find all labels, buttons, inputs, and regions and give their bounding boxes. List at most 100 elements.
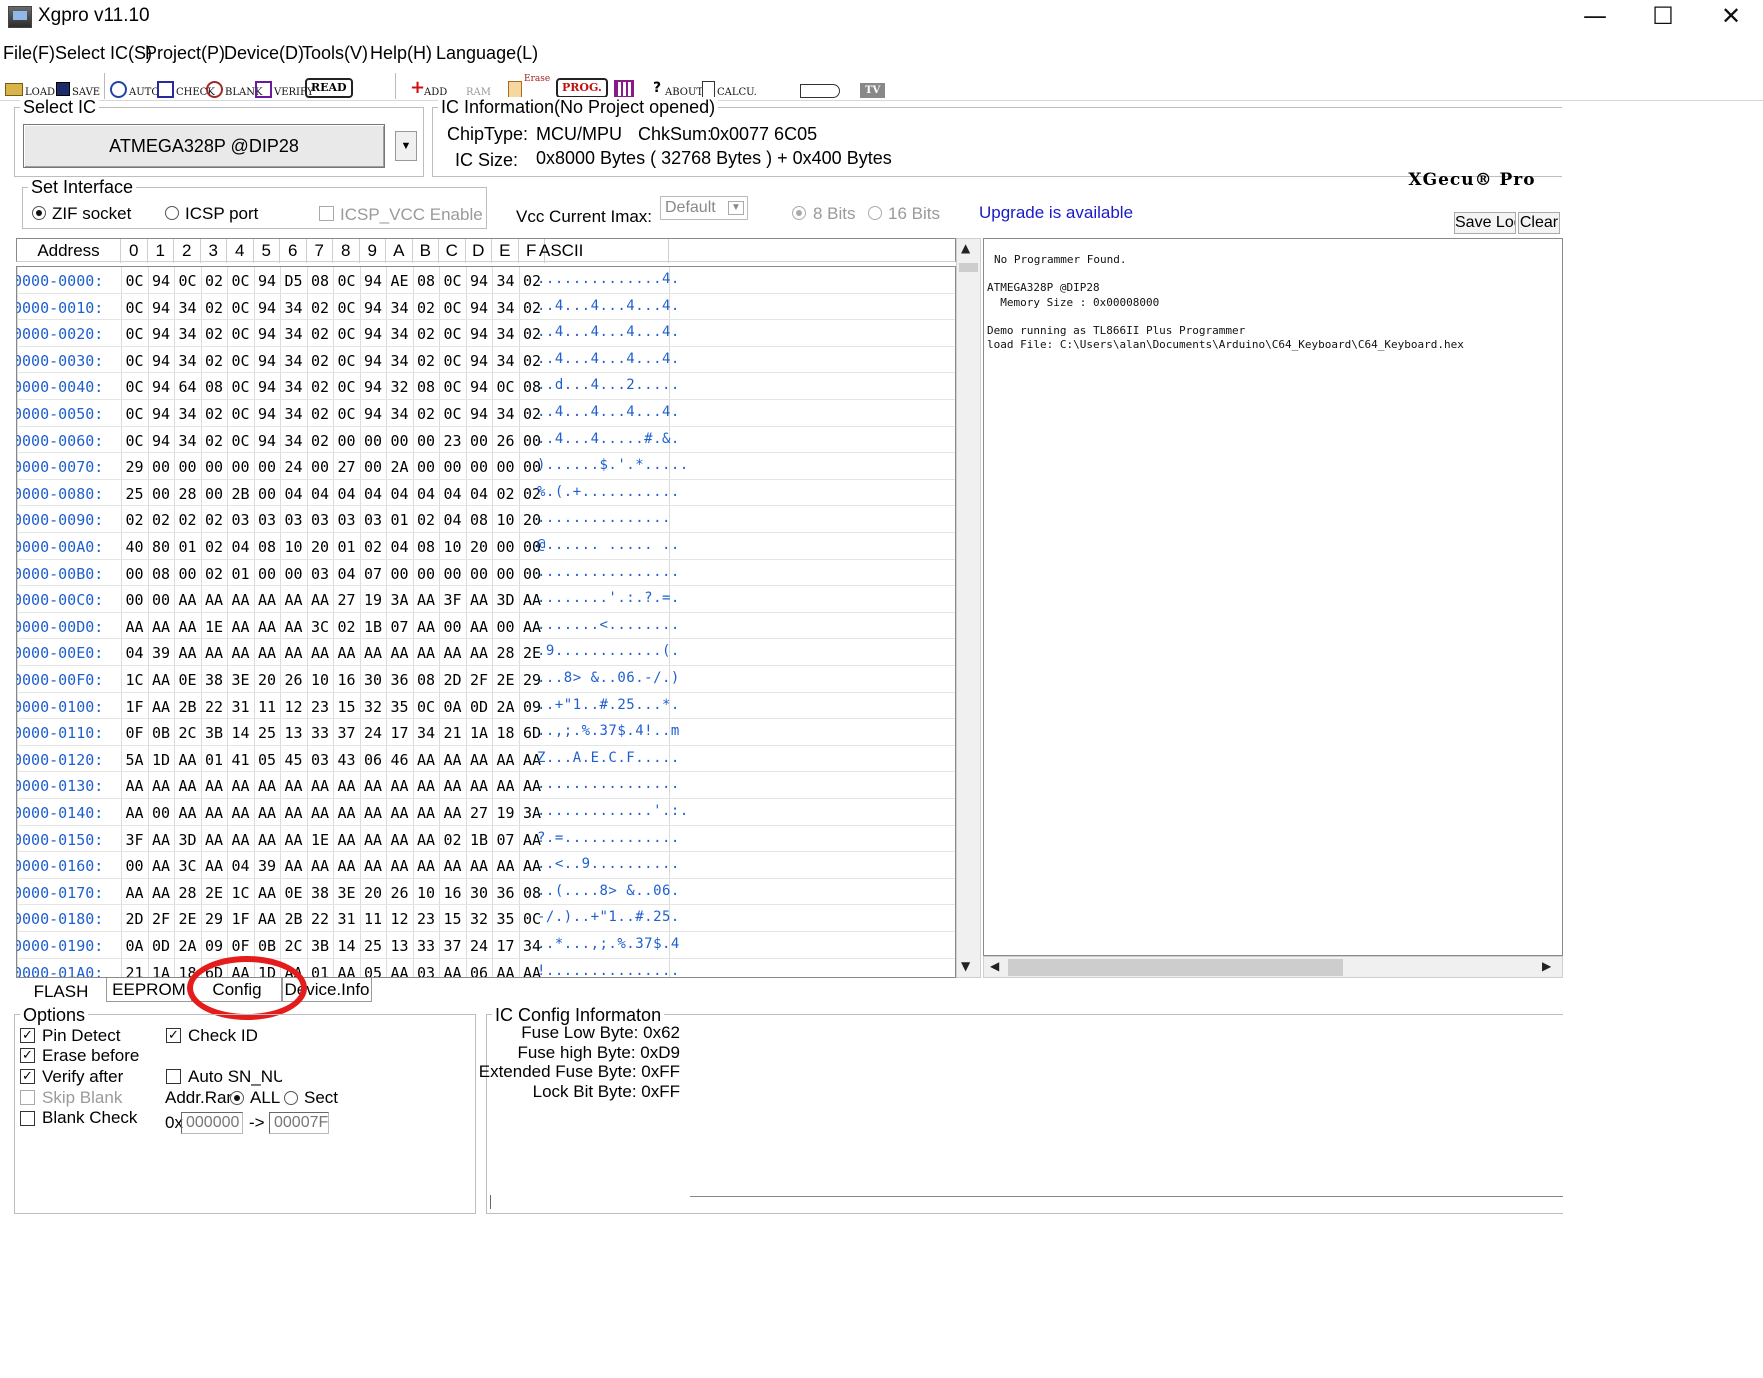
hex-byte[interactable]: 94 [466, 325, 493, 343]
hex-byte[interactable]: 01 [386, 511, 413, 529]
table-row[interactable]: 0000-00A0: 40 80 01 02 04 08 10 20 01 02 04 08 10 20 00… [17, 533, 955, 560]
hex-byte[interactable]: 02 [201, 405, 228, 423]
hex-byte[interactable]: AA [413, 831, 440, 849]
hex-byte[interactable]: 02 [307, 378, 334, 396]
load-button[interactable]: LOAD [5, 74, 55, 98]
hex-byte[interactable]: AA [201, 857, 228, 875]
scrollbar-thumb[interactable] [1008, 959, 1343, 976]
hex-byte[interactable]: 43 [333, 751, 360, 769]
hex-byte[interactable]: 25 [254, 724, 281, 742]
hex-byte[interactable]: AA [254, 831, 281, 849]
hex-byte[interactable]: 94 [148, 432, 175, 450]
hex-byte[interactable]: 02 [174, 511, 201, 529]
hex-byte[interactable]: 02 [413, 511, 440, 529]
hex-byte[interactable]: 1E [307, 831, 334, 849]
icsp-port-radio[interactable] [165, 206, 179, 220]
hex-byte[interactable]: 00 [148, 804, 175, 822]
hex-byte[interactable]: AA [254, 591, 281, 609]
hex-byte[interactable]: 0D [466, 698, 493, 716]
hex-byte[interactable]: 3F [121, 831, 148, 849]
hex-byte[interactable]: 00 [413, 432, 440, 450]
hex-byte[interactable]: 0C [439, 299, 466, 317]
hex-byte[interactable]: 94 [466, 352, 493, 370]
hex-byte[interactable]: 94 [148, 325, 175, 343]
table-row[interactable]: 0000-0020: 0C 94 34 02 0C 94 34 02 0C 94 34 02 0C 94 34… [17, 320, 955, 347]
hex-byte[interactable]: 25 [360, 937, 387, 955]
hex-byte[interactable]: 2D [439, 671, 466, 689]
hex-byte[interactable]: 0C [439, 325, 466, 343]
hex-byte[interactable]: AA [386, 857, 413, 875]
hex-byte[interactable]: 00 [201, 485, 228, 503]
hex-byte[interactable]: 02 [413, 299, 440, 317]
hex-byte[interactable]: 08 [413, 272, 440, 290]
hex-byte[interactable]: AA [227, 591, 254, 609]
menu-project[interactable]: Project(P) [145, 43, 225, 64]
hex-byte[interactable]: 0C [121, 432, 148, 450]
hex-byte[interactable]: 03 [280, 511, 307, 529]
hex-byte[interactable]: AA [227, 618, 254, 636]
hex-byte[interactable]: 00 [280, 565, 307, 583]
hex-byte[interactable]: 1D [148, 751, 175, 769]
hex-byte[interactable]: 94 [360, 272, 387, 290]
hex-byte[interactable]: AA [492, 777, 519, 795]
hex-byte[interactable]: AA [333, 964, 360, 977]
hex-byte[interactable]: 05 [360, 964, 387, 977]
hex-byte[interactable]: 02 [333, 618, 360, 636]
hex-byte[interactable]: AA [121, 618, 148, 636]
hex-byte[interactable]: 34 [280, 405, 307, 423]
hex-byte[interactable]: 3F [439, 591, 466, 609]
table-row[interactable]: 0000-0120: 5A 1D AA 01 41 05 45 03 43 06 46 AA AA AA AA… [17, 746, 955, 773]
hex-byte[interactable]: AA [466, 751, 493, 769]
hex-byte[interactable]: 03 [307, 511, 334, 529]
hex-byte[interactable]: 34 [386, 405, 413, 423]
hex-byte[interactable]: 3D [174, 831, 201, 849]
hex-byte[interactable]: AA [439, 777, 466, 795]
hex-byte[interactable]: AA [307, 804, 334, 822]
hex-byte[interactable]: 25 [121, 485, 148, 503]
hex-byte[interactable]: 00 [148, 591, 175, 609]
table-row[interactable]: 0000-0060: 0C 94 34 02 0C 94 34 02 00 00 00 00 23 00 26… [17, 427, 955, 454]
check-id-checkbox[interactable]: ✓ [166, 1028, 181, 1043]
hex-byte[interactable]: 2E [492, 671, 519, 689]
hex-byte[interactable]: 23 [439, 432, 466, 450]
select-ic-dropdown[interactable]: ▼ [395, 131, 417, 161]
hex-byte[interactable]: 35 [492, 910, 519, 928]
table-row[interactable]: 0000-0030: 0C 94 34 02 0C 94 34 02 0C 94 34 02 0C 94 34… [17, 347, 955, 374]
hex-byte[interactable]: 33 [413, 937, 440, 955]
hex-byte[interactable]: 00 [121, 565, 148, 583]
hex-byte[interactable]: 24 [360, 724, 387, 742]
hex-byte[interactable]: 02 [201, 352, 228, 370]
hex-byte[interactable]: 20 [254, 671, 281, 689]
scroll-up-icon[interactable]: ▲ [961, 241, 970, 255]
table-row[interactable]: 0000-0010: 0C 94 34 02 0C 94 34 02 0C 94 34 02 0C 94 34… [17, 294, 955, 321]
hex-byte[interactable]: AA [333, 644, 360, 662]
prog-button[interactable]: PROG. [556, 74, 608, 98]
hex-byte[interactable]: 34 [174, 432, 201, 450]
hex-byte[interactable]: AA [201, 831, 228, 849]
hex-byte[interactable]: 00 [360, 458, 387, 476]
table-row[interactable]: 0000-0110: 0F 0B 2C 3B 14 25 13 33 37 24 17 34 21 1A 18… [17, 719, 955, 746]
hex-byte[interactable]: 34 [386, 325, 413, 343]
hex-byte[interactable]: AA [227, 777, 254, 795]
hex-byte[interactable]: 2A [386, 458, 413, 476]
hex-byte[interactable]: 00 [307, 458, 334, 476]
hex-byte[interactable]: 2A [174, 937, 201, 955]
hex-byte[interactable]: 0A [439, 698, 466, 716]
ram-button[interactable]: RAM [466, 74, 491, 98]
hex-byte[interactable]: 0C [174, 272, 201, 290]
hex-byte[interactable]: 00 [439, 565, 466, 583]
hex-byte[interactable]: 10 [280, 538, 307, 556]
about-button[interactable]: ? ABOUT [653, 74, 703, 98]
hex-byte[interactable]: 01 [333, 538, 360, 556]
hex-byte[interactable]: 00 [466, 458, 493, 476]
hex-byte[interactable]: 1C [121, 671, 148, 689]
hex-byte[interactable]: 00 [386, 565, 413, 583]
close-button[interactable]: ✕ [1696, 0, 1763, 34]
upgrade-link[interactable]: Upgrade is available [979, 203, 1133, 223]
hex-byte[interactable]: 06 [466, 964, 493, 977]
calculator-button[interactable]: CALCU. [702, 74, 757, 98]
hex-byte[interactable]: 5A [121, 751, 148, 769]
hex-byte[interactable]: 04 [227, 538, 254, 556]
hex-byte[interactable]: 14 [333, 937, 360, 955]
hex-byte[interactable]: 00 [492, 618, 519, 636]
